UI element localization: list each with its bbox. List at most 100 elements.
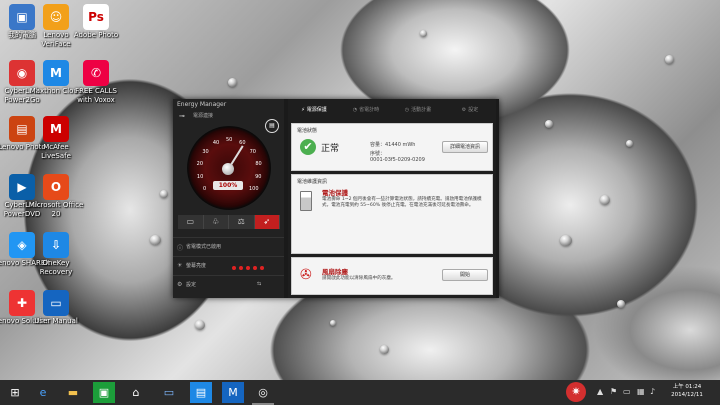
desktop-icon-office[interactable]: O Microsoft Office 20 [28, 172, 84, 219]
gauge-tick-label: 90 [255, 174, 262, 181]
taskbar-network[interactable]: ▭ [158, 382, 180, 403]
free-calls-icon: ✆ [83, 60, 109, 86]
fan-clean-card: ✇ 風扇除塵 請開啟此功能以清除風扇中的灰塵。 開始 [291, 257, 493, 295]
desktop-icon-label: Adobe Photo [73, 31, 119, 39]
clock-time: 上午 01:24 [672, 384, 702, 390]
taskbar-maxthon[interactable]: M [222, 382, 244, 403]
desktop-icon-label: OneKey Recovery [39, 259, 73, 276]
desktop-icon-onekey-recovery[interactable]: ⇩ OneKey Recovery [28, 230, 84, 277]
gauge-tick-label: 0 [203, 186, 207, 193]
fan-icon: ✇ [300, 267, 312, 283]
battery-capacity: 容量：41440 mWh [370, 142, 416, 148]
desktop-icon-user-manual[interactable]: ▭ User Manual [28, 288, 84, 326]
battery-tip-heading: 電池維護資訊 [297, 179, 328, 185]
gauge-tick-label: 10 [196, 174, 204, 181]
brightness-level[interactable] [232, 263, 267, 272]
mode-balanced[interactable]: ⚖ [229, 215, 255, 229]
brightness-row[interactable]: ☀ 螢幕亮度 [173, 256, 284, 275]
window-title: Energy Manager [177, 101, 227, 108]
fan-clean-start-button[interactable]: 開始 [442, 269, 488, 281]
check-icon: ✔ [300, 139, 316, 155]
maxthon-icon: M [228, 386, 238, 399]
display-icon: ▤ [195, 386, 207, 399]
gauge-tick-label: 100 [248, 186, 259, 193]
plug-icon: ⊸ [179, 112, 185, 120]
battery-tip-text: 電池壽命 1~2 個月後會有一些計算電池狀態，請持續充電。請啟用電池保護模式，電… [322, 197, 482, 209]
desktop-icon-adobe-photoshop[interactable]: Ps Adobe Photo [68, 2, 124, 40]
power-source-label: 電源連接 [193, 113, 214, 119]
maxthon-cloud-icon: M [43, 60, 69, 86]
battery-serial: 0001-03f5-0209-0209 [370, 157, 425, 163]
energy-manager-window[interactable]: Energy Manager ⊸ 電源連接 ▤ 0 10 20 30 40 50 60 70 8… [173, 99, 499, 298]
tray-network-icon[interactable]: ▦ [637, 387, 645, 396]
energy-manager-left-panel: Energy Manager ⊸ 電源連接 ▤ 0 10 20 30 40 50 60 70 8… [173, 99, 284, 298]
tray-volume-icon[interactable]: ♪ [650, 387, 655, 396]
store-icon: ▣ [98, 386, 110, 399]
battery-details-button[interactable]: 詳細電池資訊 [442, 141, 488, 153]
energy-icon: ◎ [258, 386, 268, 399]
power-protect-icon: ⚡ [301, 107, 305, 113]
battery-gauge: 0 10 20 30 40 50 60 70 80 90 100 100% [187, 126, 271, 210]
taskbar-energy-manager[interactable]: ◎ [252, 382, 274, 405]
tray-lenovo[interactable]: ✷ [566, 382, 586, 402]
taskbar-ie[interactable]: e [32, 382, 54, 403]
adobe-photoshop-icon: Ps [83, 4, 109, 30]
gear-icon: ⚙ [461, 107, 467, 113]
tab-settings[interactable]: ⚙ 設定 [444, 105, 496, 116]
balance-mode-icon: ⚖ [237, 217, 245, 226]
settings-gear-icon: ⚙ [177, 281, 183, 288]
brightness-icon: ☀ [177, 262, 183, 269]
settings-label: 設定 [186, 282, 197, 288]
tray-battery-icon[interactable]: ▭ [623, 387, 631, 396]
mode-saver[interactable]: ♧ [204, 215, 229, 229]
desktop-icon-label: Microsoft Office 20 [28, 201, 84, 218]
saver-status-text: 省電模式已啟用 [186, 244, 222, 250]
tray-expand-icon[interactable]: ▲ [597, 387, 603, 396]
swap-icon: ⇆ [257, 281, 262, 287]
tray-flag-icon[interactable]: ⚑ [610, 387, 617, 396]
taskbar-home[interactable]: ⌂ [125, 382, 147, 403]
power-source-row: ⊸ 電源連接 [179, 111, 279, 121]
taskbar: ⊞ e ▬ ▣ ⌂ ▭ ▤ M ◎ ✷ ▲ ⚑ ▭ ▦ ♪ 上午 01:24 2… [0, 380, 720, 405]
gauge-hub [222, 163, 234, 175]
serial-label: 序號： [370, 151, 386, 157]
fan-clean-text: 請開啟此功能以清除風扇中的灰塵。 [322, 276, 396, 281]
tab-saver-timer[interactable]: ◔ 省電計時 [340, 105, 392, 116]
start-button[interactable]: ⊞ [4, 382, 26, 403]
mode-performance[interactable]: ➶ [254, 215, 280, 229]
battery-status-heading: 電池狀態 [297, 128, 318, 134]
info-icon: ⓘ [177, 245, 184, 252]
gauge-tick-label: 80 [255, 160, 262, 167]
lenovo-tray-icon: ✷ [571, 385, 581, 398]
desktop-icon-free-calls[interactable]: ✆ FREE CALLS with Voxox [68, 58, 124, 105]
gauge-tick-label: 30 [202, 148, 209, 155]
battery-info-button[interactable]: ▤ [265, 119, 279, 133]
gauge-tick-label: 20 [196, 160, 204, 167]
taskbar-clock[interactable]: 上午 01:24 2014/12/11 [662, 383, 712, 399]
windows-icon: ⊞ [10, 386, 20, 399]
desktop-icon-mcafee[interactable]: M McAfee LiveSafe [28, 114, 84, 161]
battery-status-card: 電池狀態 ✔ 正常 容量：41440 mWh 序號： 0001-03f5-020… [291, 123, 493, 171]
battery-tip-card: 電池維護資訊 電池保護 電池壽命 1~2 個月後會有一些計算電池狀態，請持續充電… [291, 174, 493, 277]
network-icon: ▭ [163, 386, 175, 399]
taskbar-display[interactable]: ▤ [190, 382, 212, 403]
mode-battery[interactable]: ▭ [178, 215, 204, 229]
tab-power-protect[interactable]: ⚡ 電源保護 [288, 105, 340, 116]
ie-icon: e [39, 386, 47, 399]
battery-state: 正常 [321, 144, 340, 154]
taskbar-store[interactable]: ▣ [93, 382, 115, 403]
fan-clean-title: 風扇除塵 [322, 268, 348, 276]
brightness-label: 螢幕亮度 [186, 263, 207, 269]
rocket-mode-icon: ➶ [263, 217, 271, 226]
saver-status-row[interactable]: ⓘ 省電模式已啟用 [173, 237, 284, 256]
energy-manager-right-panel: ⚡ 電源保護 ◔ 省電計時 ◷ 活動計畫 ⚙ 設定 電池狀態 ✔ 正常 容量：41440… [288, 99, 496, 298]
desktop-icon-label: FREE CALLS with Voxox [75, 87, 117, 104]
taskbar-explorer[interactable]: ▬ [62, 382, 84, 403]
leaf-mode-icon: ♧ [212, 217, 220, 226]
user-manual-icon: ▭ [43, 290, 69, 316]
settings-row[interactable]: ⚙ 設定 ⇆ [173, 275, 284, 294]
gauge-tick-label: 40 [212, 140, 220, 147]
folder-icon: ▬ [67, 386, 79, 399]
tab-activity-plan[interactable]: ◷ 活動計畫 [392, 105, 444, 116]
desktop-icon-label: McAfee LiveSafe [41, 143, 71, 160]
